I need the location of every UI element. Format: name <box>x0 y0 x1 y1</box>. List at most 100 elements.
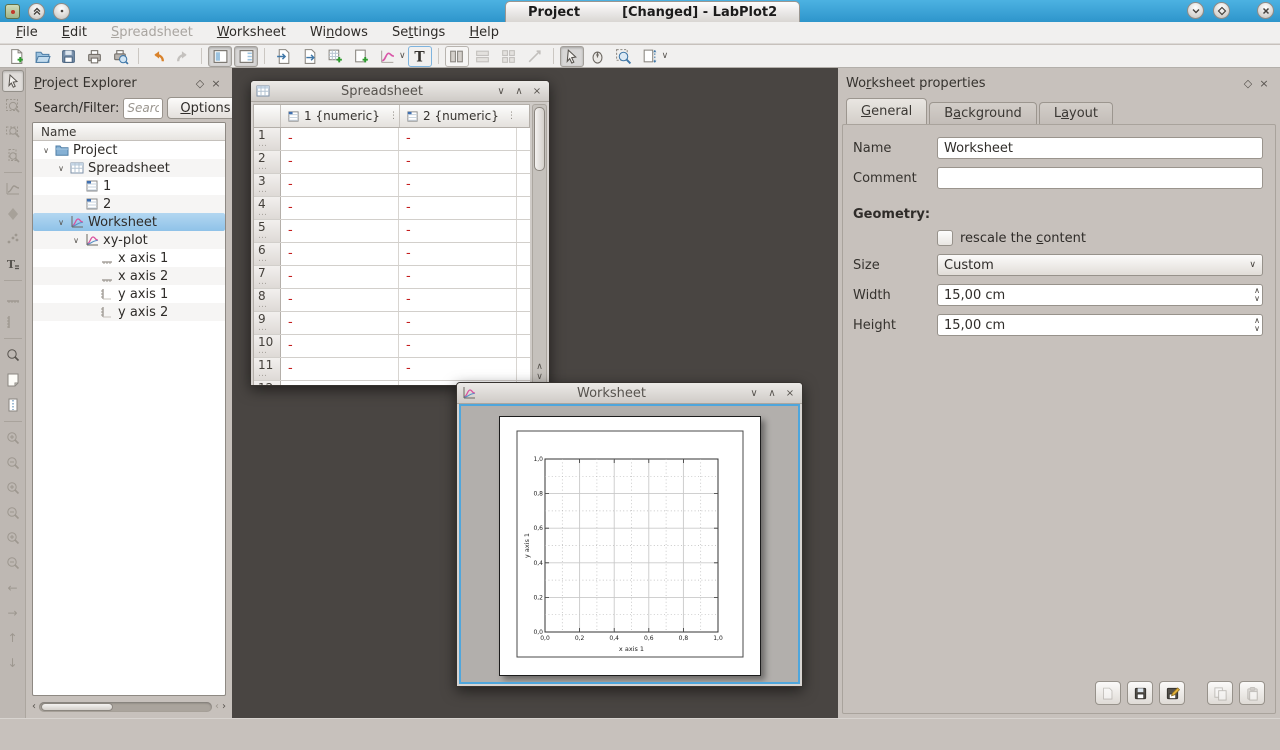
worksheet-window-titlebar[interactable]: Worksheet ∨ ∧ × <box>457 383 802 404</box>
comment-field[interactable] <box>937 167 1263 189</box>
toggle-properties-dock-button[interactable] <box>234 46 258 67</box>
close-dock-icon[interactable]: × <box>208 75 224 91</box>
menu-edit[interactable]: Edit <box>50 23 99 42</box>
tree-item-project[interactable]: ∨ Project <box>33 141 225 159</box>
navigate-mouse-button[interactable] <box>586 46 610 67</box>
magnification-button[interactable] <box>638 46 662 67</box>
tab-layout[interactable]: Layout <box>1039 102 1113 124</box>
cell[interactable]: - <box>281 128 399 150</box>
scrollbar-thumb[interactable] <box>41 703 113 711</box>
tree-item-y-axis-2[interactable]: y axis 2 <box>33 303 225 321</box>
print-preview-button[interactable] <box>108 46 132 67</box>
column-header-1[interactable]: 1 {numeric} ⋮ <box>281 105 399 127</box>
cell[interactable]: - <box>281 266 399 288</box>
cell[interactable]: - <box>281 243 399 265</box>
cell[interactable]: - <box>399 128 517 150</box>
worksheet-window[interactable]: Worksheet ∨ ∧ × <box>456 382 803 687</box>
column-header-2[interactable]: 2 {numeric} ⋮ <box>399 105 517 127</box>
window-minimize-icon[interactable]: ∨ <box>747 388 761 399</box>
maximize-button[interactable] <box>1213 2 1230 19</box>
magnification-dropdown-icon[interactable]: ∨ <box>662 51 669 61</box>
select-cursor-button[interactable] <box>560 46 584 67</box>
rescale-content-checkbox[interactable] <box>937 230 953 246</box>
tree-item-spreadsheet[interactable]: ∨ Spreadsheet <box>33 159 225 177</box>
menu-worksheet[interactable]: Worksheet <box>205 23 298 42</box>
expander-icon[interactable]: ∨ <box>56 218 66 227</box>
cell[interactable]: - <box>281 312 399 334</box>
toggle-project-explorer-button[interactable] <box>208 46 232 67</box>
width-spinbox[interactable]: 15,00 cm ∧∨ <box>937 284 1263 306</box>
undo-button[interactable] <box>145 46 169 67</box>
new-worksheet-button[interactable] <box>297 46 321 67</box>
cell[interactable]: - <box>281 358 399 380</box>
open-project-button[interactable] <box>30 46 54 67</box>
tab-general[interactable]: General <box>846 98 927 124</box>
close-dock-icon[interactable]: × <box>1256 75 1272 91</box>
scroll-left-icon-2[interactable]: ‹ <box>215 702 219 712</box>
row-header[interactable]: 10… <box>254 335 281 357</box>
row-header[interactable]: 12… <box>254 381 281 385</box>
add-xy-curve-dropdown-icon[interactable]: ∨ <box>399 51 406 61</box>
tree-item-x-axis-2[interactable]: x axis 2 <box>33 267 225 285</box>
worksheet-view[interactable]: 0,0 0,2 0,4 0,6 0,8 1,0 0,0 0,2 0,4 0,6 … <box>459 404 800 684</box>
height-spinbox[interactable]: 15,00 cm ∧∨ <box>937 314 1263 336</box>
row-header[interactable]: 8… <box>254 289 281 311</box>
row-header[interactable]: 1… <box>254 128 281 150</box>
scrollbar-thumb[interactable] <box>534 107 545 171</box>
new-project-button[interactable] <box>4 46 28 67</box>
add-note-tool[interactable] <box>2 369 24 391</box>
cell[interactable]: - <box>399 289 517 311</box>
minimize-button[interactable] <box>1187 2 1204 19</box>
cell[interactable]: - <box>399 266 517 288</box>
save-template-button[interactable] <box>1127 681 1153 705</box>
cell[interactable]: - <box>399 335 517 357</box>
cell[interactable]: - <box>399 151 517 173</box>
cell[interactable]: - <box>281 220 399 242</box>
window-maximize-icon[interactable]: ∧ <box>512 86 526 97</box>
scroll-up-icon[interactable]: ∧ <box>536 363 543 372</box>
spreadsheet-window[interactable]: Spreadsheet ∨ ∧ × 1 {numeric} ⋮ 2 {numer… <box>250 80 550 386</box>
row-header[interactable]: 3… <box>254 174 281 196</box>
cell[interactable]: - <box>399 312 517 334</box>
row-header[interactable]: 6… <box>254 243 281 265</box>
cell[interactable]: - <box>281 174 399 196</box>
spin-down-icon[interactable]: ∨ <box>1254 325 1260 333</box>
add-xy-curve-button[interactable] <box>375 46 399 67</box>
window-maximize-icon[interactable]: ∧ <box>765 388 779 399</box>
tree-header-name[interactable]: Name <box>33 123 225 141</box>
cell[interactable]: - <box>399 243 517 265</box>
scroll-left-icon[interactable]: ‹ <box>32 702 36 712</box>
new-spreadsheet-button[interactable] <box>271 46 295 67</box>
expander-icon[interactable]: ∨ <box>71 236 81 245</box>
expander-icon[interactable]: ∨ <box>56 164 66 173</box>
menu-settings[interactable]: Settings <box>380 23 457 42</box>
new-matrix-button[interactable] <box>323 46 347 67</box>
cell[interactable]: - <box>399 358 517 380</box>
row-header[interactable]: 5… <box>254 220 281 242</box>
tree-item-worksheet[interactable]: ∨ Worksheet <box>33 213 225 231</box>
menu-windows[interactable]: Windows <box>298 23 380 42</box>
spreadsheet-window-titlebar[interactable]: Spreadsheet ∨ ∧ × <box>251 81 549 102</box>
menu-help[interactable]: Help <box>457 23 511 42</box>
tab-background[interactable]: Background <box>929 102 1037 124</box>
select-cursor-tool[interactable] <box>2 70 24 92</box>
row-header[interactable]: 7… <box>254 266 281 288</box>
sheet-corner[interactable] <box>254 105 281 127</box>
print-button[interactable] <box>82 46 106 67</box>
tree-item-x-axis-1[interactable]: x axis 1 <box>33 249 225 267</box>
cell[interactable]: - <box>281 151 399 173</box>
cell[interactable]: - <box>281 197 399 219</box>
tree-item-column-2[interactable]: 2 <box>33 195 225 213</box>
window-close-icon[interactable]: × <box>783 388 797 399</box>
vertical-scrollbar[interactable]: ∧∨ <box>532 104 547 385</box>
tree-item-xy-plot[interactable]: ∨ xy-plot <box>33 231 225 249</box>
size-combobox[interactable]: Custom ∨ <box>937 254 1263 276</box>
row-header[interactable]: 2… <box>254 151 281 173</box>
shade-button[interactable] <box>28 3 45 20</box>
cell[interactable]: - <box>281 289 399 311</box>
scroll-down-icon[interactable]: ∨ <box>536 373 543 382</box>
vertical-dots-tool[interactable] <box>2 394 24 416</box>
cell[interactable]: - <box>399 174 517 196</box>
window-minimize-icon[interactable]: ∨ <box>494 86 508 97</box>
close-button[interactable] <box>1257 2 1274 19</box>
